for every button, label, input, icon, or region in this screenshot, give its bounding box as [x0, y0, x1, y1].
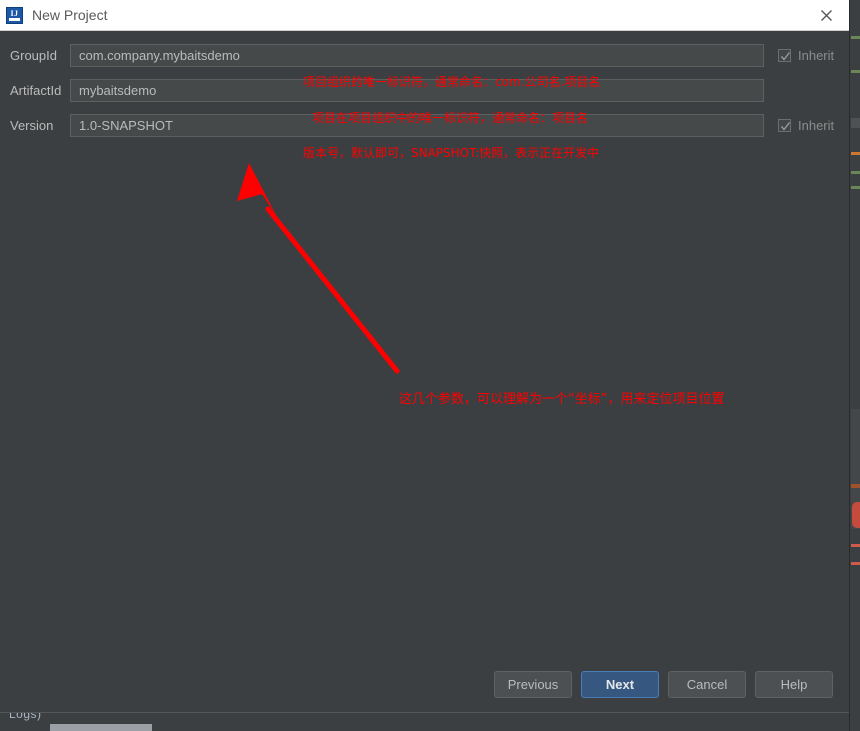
background-cut-text: Logs): [9, 712, 42, 721]
bg-fragment: [852, 502, 860, 528]
bg-fragment: [851, 118, 860, 128]
annotation-groupid: 项目组织的唯一标识符，通常命名：com.公司名.项目名: [303, 75, 601, 89]
bg-fragment: [851, 152, 860, 155]
groupid-input[interactable]: [70, 43, 764, 67]
annotation-artifactid: 项目在项目组织中的唯一标识符，通常命名：项目名: [312, 111, 589, 125]
close-icon[interactable]: [804, 0, 849, 30]
artifactid-label: ArtifactId: [10, 82, 62, 98]
background-window-bottom-strip: Logs): [0, 712, 849, 731]
annotation-version: 版本号，默认即可，SNAPSHOT:快照，表示正在开发中: [303, 146, 600, 160]
bg-fragment: [851, 186, 860, 189]
app-icon-letters: IJ: [10, 8, 19, 18]
dialog-body: GroupId Inherit ArtifactId Version: [0, 31, 849, 712]
background-window-right-sliver: [849, 0, 860, 731]
version-inherit-label: Inherit: [798, 117, 835, 133]
new-project-dialog: IJ New Project GroupId Inherit: [0, 0, 849, 712]
dialog-titlebar: IJ New Project: [0, 0, 849, 31]
dialog-button-bar: Previous Next Cancel Help: [494, 671, 833, 698]
bg-fragment: [851, 36, 860, 39]
groupid-label: GroupId: [10, 47, 57, 63]
version-label: Version: [10, 117, 54, 133]
form-row-groupid: GroupId Inherit: [0, 42, 849, 68]
taskbar-chip: [50, 724, 152, 731]
bg-fragment: [851, 70, 860, 73]
checkbox-checked-icon: [778, 48, 791, 62]
bg-fragment: [851, 484, 860, 488]
annotation-summary: 这几个参数，可以理解为一个“坐标”，用来定位项目位置: [399, 392, 725, 407]
next-button[interactable]: Next: [581, 671, 659, 698]
previous-button[interactable]: Previous: [494, 671, 572, 698]
version-inherit-checkbox[interactable]: Inherit: [778, 118, 834, 133]
window-title: New Project: [32, 7, 108, 23]
bg-fragment: [851, 562, 860, 565]
help-button[interactable]: Help: [755, 671, 833, 698]
bg-fragment: [851, 171, 860, 174]
bg-fragment: [851, 544, 860, 547]
app-icon-bar: [9, 17, 20, 21]
groupid-inherit-label: Inherit: [798, 47, 835, 63]
groupid-inherit-checkbox[interactable]: Inherit: [778, 48, 834, 63]
intellij-idea-icon: IJ: [6, 6, 23, 24]
checkbox-checked-icon: [778, 118, 791, 132]
cancel-button[interactable]: Cancel: [668, 671, 746, 698]
